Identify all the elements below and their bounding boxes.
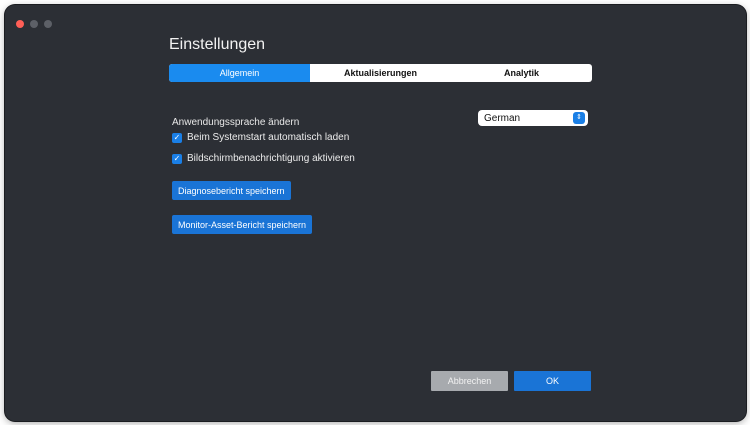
tab-bar: Allgemein Aktualisierungen Analytik — [169, 64, 592, 82]
language-select-value: German — [484, 112, 521, 124]
cancel-button[interactable]: Abbrechen — [431, 371, 508, 391]
ok-button[interactable]: OK — [514, 371, 591, 391]
language-label: Anwendungssprache ändern — [172, 117, 300, 128]
notification-checkbox[interactable]: ✓ — [172, 153, 182, 164]
autostart-option[interactable]: ✓ Beim Systemstart automatisch laden — [172, 132, 349, 143]
chevron-updown-icon: ⇕ — [573, 112, 585, 124]
close-window-icon[interactable] — [16, 20, 24, 28]
notification-label: Bildschirmbenachrichtigung aktivieren — [187, 153, 355, 164]
page-title: Einstellungen — [169, 36, 266, 53]
autostart-label: Beim Systemstart automatisch laden — [187, 132, 350, 143]
window-controls — [16, 20, 52, 28]
tab-allgemein[interactable]: Allgemein — [169, 64, 310, 82]
tab-aktualisierungen[interactable]: Aktualisierungen — [310, 64, 451, 82]
settings-window: Einstellungen Allgemein Aktualisierungen… — [5, 5, 746, 421]
minimize-window-icon[interactable] — [30, 20, 38, 28]
autostart-checkbox[interactable]: ✓ — [172, 132, 182, 143]
notification-option[interactable]: ✓ Bildschirmbenachrichtigung aktivieren — [172, 153, 355, 164]
language-select[interactable]: German ⇕ — [478, 110, 588, 126]
save-asset-report-button[interactable]: Monitor-Asset-Bericht speichern — [172, 215, 313, 234]
tab-analytik[interactable]: Analytik — [451, 64, 592, 82]
save-diagnostics-button[interactable]: Diagnosebericht speichern — [172, 181, 291, 200]
zoom-window-icon[interactable] — [44, 20, 52, 28]
